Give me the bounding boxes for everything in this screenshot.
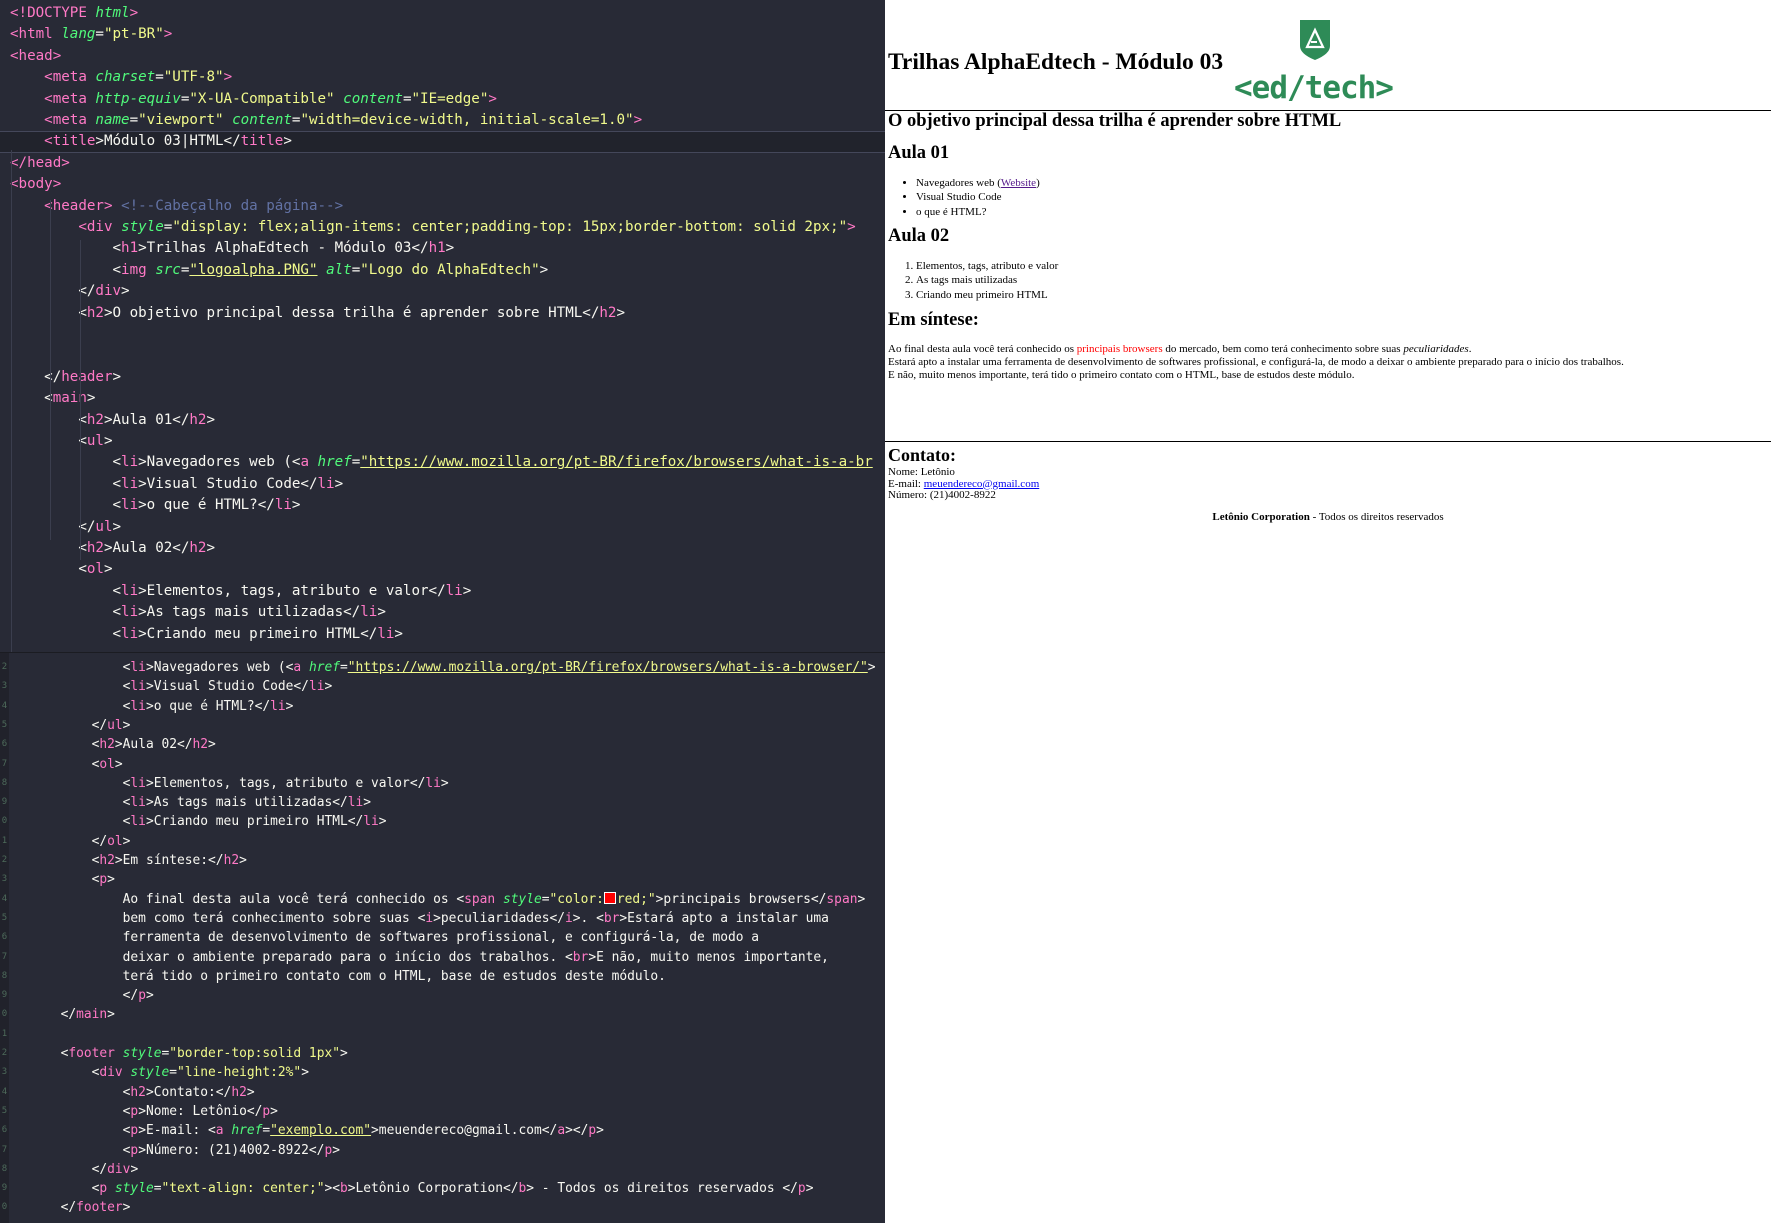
code-line[interactable]: <!DOCTYPE html> (0, 3, 885, 24)
code-line[interactable]: </div> (0, 281, 885, 302)
code-line[interactable]: </header> (0, 367, 885, 388)
page-footer (885, 441, 1771, 442)
aula01-heading: Aula 01 (888, 143, 950, 163)
aula02-list: Elementos, tags, atributo e valor As tag… (888, 259, 1058, 302)
code-line[interactable]: <h2>O objetivo principal dessa trilha é … (0, 303, 885, 324)
code-line[interactable]: <meta http-equiv="X-UA-Compatible" conte… (0, 89, 885, 110)
code-line[interactable]: <meta name="viewport" content="width=dev… (0, 110, 885, 131)
code-line[interactable]: <head> (0, 46, 885, 67)
editor-pane-bottom[interactable]: 23456789012345678901234567890 <li>Navega… (0, 652, 885, 1223)
code-line[interactable]: <body> (0, 174, 885, 195)
code-line[interactable]: deixar o ambiente preparado para o iníci… (0, 948, 885, 967)
code-line[interactable]: <li>Navegadores web (<a href="https://ww… (0, 658, 885, 677)
code-line[interactable]: terá tido o primeiro contato com o HTML,… (0, 967, 885, 986)
editor-pane-top[interactable]: <!DOCTYPE html> <html lang="pt-BR"> <head>… (0, 0, 885, 652)
code-line[interactable]: <h1>Trilhas AlphaEdtech - Módulo 03</h1> (0, 238, 885, 259)
code-line[interactable]: <h2>Aula 02</h2> (0, 538, 885, 559)
code-line[interactable]: </footer> (0, 1198, 885, 1217)
code-line[interactable]: </main> (0, 1005, 885, 1024)
code-line[interactable]: <ol> (0, 559, 885, 580)
code-line[interactable]: </ul> (0, 716, 885, 735)
code-line[interactable]: <p> (0, 870, 885, 889)
indent-guide (50, 200, 51, 540)
code-line[interactable]: <div style="line-height:2%"> (0, 1063, 885, 1082)
code-line[interactable]: </ul> (0, 517, 885, 538)
website-link[interactable]: Website (1001, 177, 1036, 189)
code-line[interactable]: <p style="text-align: center;"><b>Letôni… (0, 1179, 885, 1198)
browser-preview: Trilhas AlphaEdtech - Módulo 03 <ed/tech… (885, 0, 1771, 1223)
code-line[interactable]: <li>Criando meu primeiro HTML</li> (0, 624, 885, 645)
code-line[interactable]: <li>Elementos, tags, atributo e valor</l… (0, 581, 885, 602)
code-line[interactable]: <p>Número: (21)4002-8922</p> (0, 1141, 885, 1160)
page-subtitle: O objetivo principal dessa trilha é apre… (888, 111, 1342, 131)
sintese-paragraph: Ao final desta aula você terá conhecido … (888, 343, 1624, 381)
list-item: Visual Studio Code (916, 190, 1040, 204)
code-line[interactable]: <h2>Em síntese:</h2> (0, 851, 885, 870)
code-line[interactable]: <main> (0, 388, 885, 409)
logo-wordmark: <ed/tech> (1234, 70, 1394, 106)
code-line[interactable] (0, 1025, 885, 1044)
code-line[interactable]: <div style="display: flex;align-items: c… (0, 217, 885, 238)
list-item: Elementos, tags, atributo e valor (916, 259, 1058, 273)
code-line[interactable]: <li>Navegadores web (<a href="https://ww… (0, 452, 885, 473)
code-line[interactable]: <h2>Aula 02</h2> (0, 735, 885, 754)
code-line[interactable]: ferramenta de desenvolvimento de softwar… (0, 928, 885, 947)
list-item: Criando meu primeiro HTML (916, 288, 1058, 302)
code-line[interactable]: <img src="logoalpha.PNG" alt="Logo do Al… (0, 260, 885, 281)
code-line[interactable]: <header> <!--Cabeçalho da página--> (0, 196, 885, 217)
code-line[interactable]: <p>Nome: Letônio</p> (0, 1102, 885, 1121)
contato-details: Nome: Letônio E-mail: meuendereco@gmail.… (888, 466, 1040, 502)
email-link[interactable]: meuendereco@gmail.com (924, 478, 1040, 490)
copyright: Letônio Corporation - Todos os direitos … (1212, 511, 1444, 523)
code-line[interactable]: <html lang="pt-BR"> (0, 24, 885, 45)
code-line[interactable] (0, 324, 885, 345)
code-line[interactable]: bem como terá conhecimento sobre suas <i… (0, 909, 885, 928)
contato-numero: Número: (21)4002-8922 (888, 489, 996, 501)
code-line[interactable]: <title>Módulo 03|HTML</title> (0, 131, 885, 153)
code-line[interactable]: <li>As tags mais utilizadas</li> (0, 602, 885, 623)
code-line[interactable] (0, 345, 885, 366)
highlight-text: principais browsers (1076, 343, 1163, 355)
code-line[interactable]: <h2>Aula 01</h2> (0, 410, 885, 431)
code-line[interactable]: <p>E-mail: <a href="exemplo.com">meuende… (0, 1121, 885, 1140)
code-line[interactable]: <ul> (0, 431, 885, 452)
code-line[interactable]: <meta charset="UTF-8"> (0, 67, 885, 88)
code-editor[interactable]: <!DOCTYPE html> <html lang="pt-BR"> <head>… (0, 0, 885, 1223)
indent-guide (80, 240, 81, 560)
code-line[interactable]: </head> (0, 153, 885, 174)
list-item: As tags mais utilizadas (916, 273, 1058, 287)
indent-guide (11, 150, 12, 652)
code-line[interactable]: <li>o que é HTML?</li> (0, 697, 885, 716)
code-line[interactable]: <li>Criando meu primeiro HTML</li> (0, 812, 885, 831)
code-line[interactable]: <li>Visual Studio Code</li> (0, 677, 885, 696)
code-line[interactable]: <li>As tags mais utilizadas</li> (0, 793, 885, 812)
page-header: Trilhas AlphaEdtech - Módulo 03 <ed/tech… (885, 0, 1771, 111)
list-item: Navegadores web (Website) (916, 176, 1040, 190)
code-line[interactable]: </p> (0, 986, 885, 1005)
aula02-heading: Aula 02 (888, 226, 950, 246)
aula01-list: Navegadores web (Website) Visual Studio … (888, 176, 1040, 219)
code-line[interactable]: <li>o que é HTML?</li> (0, 495, 885, 516)
code-line[interactable]: </div> (0, 1160, 885, 1179)
code-line[interactable]: <h2>Contato:</h2> (0, 1083, 885, 1102)
color-swatch-icon[interactable] (603, 891, 616, 904)
code-line[interactable]: Ao final desta aula você terá conhecido … (0, 890, 885, 909)
contato-heading: Contato: (888, 445, 956, 465)
code-line[interactable]: <ol> (0, 755, 885, 774)
sintese-heading: Em síntese: (888, 310, 979, 330)
page-title: Trilhas AlphaEdtech - Módulo 03 (888, 49, 1224, 75)
code-line[interactable]: </ol> (0, 832, 885, 851)
code-line[interactable]: <li>Visual Studio Code</li> (0, 474, 885, 495)
list-item: o que é HTML? (916, 205, 1040, 219)
code-line[interactable]: <li>Elementos, tags, atributo e valor</l… (0, 774, 885, 793)
code-line[interactable]: <footer style="border-top:solid 1px"> (0, 1044, 885, 1063)
